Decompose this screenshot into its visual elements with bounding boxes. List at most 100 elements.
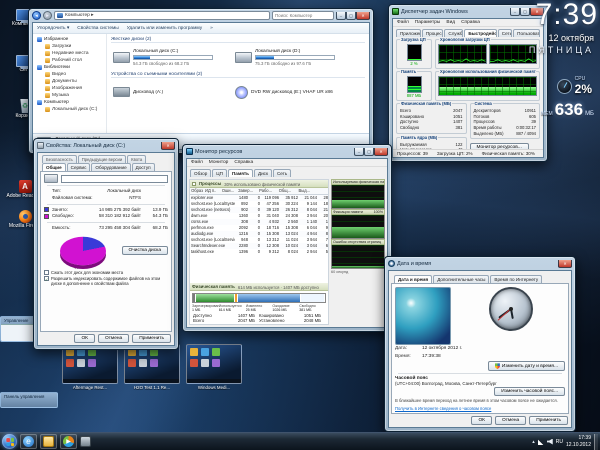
tab[interactable]: Диск [254, 169, 272, 177]
taskbar-slot[interactable] [40, 434, 57, 449]
tab[interactable]: Сеть [497, 29, 513, 37]
minimize-button[interactable] [510, 7, 520, 16]
tab[interactable]: Быстродействие [464, 29, 497, 37]
partial-window-control-panel[interactable]: Панель управления [0, 392, 58, 408]
window-thumbnail[interactable]: Windows Medi... [186, 344, 242, 390]
taskbar-clock[interactable]: 17:39 12.10.2012 [566, 435, 591, 448]
change-timezone-button[interactable]: Изменить часовой пояс... [494, 387, 565, 397]
taskbar-slot[interactable] [20, 434, 37, 449]
tab[interactable]: Обзор [190, 169, 212, 177]
sidebar-item[interactable]: Недавние места [33, 50, 106, 57]
drive-item[interactable]: DVD RW дисковод (E:) VHAF UR x86 [233, 79, 355, 105]
menu-item[interactable]: Монитор [209, 160, 229, 165]
toolbar-button[interactable]: Удалить или изменить программу [127, 26, 202, 31]
tab[interactable]: Квота [127, 155, 147, 163]
explorer-taskbar-icon[interactable] [43, 436, 54, 447]
dialog-button[interactable]: Применить [529, 416, 568, 425]
sidebar-item[interactable]: Документы [33, 78, 106, 85]
task-manager-titlebar[interactable]: Диспетчер задач Windows [389, 5, 547, 18]
tab[interactable]: ЦП [212, 169, 227, 177]
window-thumbnail[interactable]: H2O Test 1.1 Re... [124, 344, 180, 390]
network-tray-icon[interactable] [537, 438, 544, 445]
start-button[interactable] [2, 434, 17, 449]
tab[interactable]: Общие [42, 163, 66, 171]
column-header[interactable]: Общ... [273, 188, 292, 194]
maximize-button[interactable] [364, 147, 374, 156]
date-gadget[interactable]: 12 октября ПЯТНИЦА [529, 33, 594, 55]
toolbar-button[interactable]: » [210, 26, 213, 31]
sidebar-item[interactable]: Музыка [33, 92, 106, 99]
column-header[interactable]: Образ [190, 188, 204, 194]
close-button[interactable] [558, 259, 572, 268]
date-time-titlebar[interactable]: Дата и время [385, 257, 575, 270]
timezone-info-link[interactable]: Получить в Интернете сведения о часовом … [395, 406, 565, 411]
sidebar-item[interactable]: Загрузки [33, 43, 106, 50]
tab[interactable]: Доступ [131, 163, 155, 171]
tab[interactable]: Дополнительные часы [433, 275, 490, 283]
dialog-button[interactable]: ОК [471, 416, 492, 425]
cpu-gadget[interactable]: CPU 2% [556, 76, 592, 96]
change-date-time-button[interactable]: Изменить дату и время... [487, 361, 565, 372]
disk-cleanup-button[interactable]: Очистка диска [121, 245, 168, 255]
language-indicator[interactable]: RU [556, 439, 563, 445]
menu-item[interactable]: Справка [461, 20, 480, 25]
minimize-button[interactable] [354, 147, 364, 156]
tab[interactable]: Процессы [421, 29, 444, 37]
tab[interactable]: Память [227, 169, 253, 177]
column-header[interactable]: Рабо... [254, 188, 273, 194]
volume-label-input[interactable] [61, 174, 168, 183]
physical-memory-section-header[interactable]: Физическая память 614 МБ используется · … [190, 282, 328, 291]
show-hidden-icons-button[interactable] [532, 439, 535, 445]
volume-tray-icon[interactable] [546, 438, 553, 445]
sidebar-item[interactable]: Библиотеки [33, 64, 106, 71]
menu-item[interactable]: Вид [446, 20, 455, 25]
address-bar[interactable]: Компьютер ▸ [54, 11, 270, 20]
sidebar-item[interactable]: Рабочий стол [33, 57, 106, 64]
menu-item[interactable]: Справка [234, 160, 253, 165]
resource-monitor-titlebar[interactable]: Монитор ресурсов [183, 145, 391, 158]
toolbar-button[interactable]: Упорядочить ▾ [37, 26, 69, 31]
drive-item[interactable]: Локальный диск (D:) 75.3 ГБ свободно из … [233, 44, 355, 70]
dialog-button[interactable]: ОК [74, 334, 95, 343]
explorer-titlebar[interactable]: Компьютер ▸ [29, 9, 373, 22]
menu-item[interactable]: Файл [191, 160, 203, 165]
tab[interactable]: Предыдущие версии [77, 155, 127, 163]
dialog-button[interactable]: Отмена [494, 416, 527, 425]
sidebar-item[interactable]: Компьютер [33, 99, 106, 106]
show-desktop-button[interactable] [594, 433, 598, 450]
back-button[interactable] [32, 11, 41, 20]
column-header[interactable]: Оши... [216, 188, 235, 194]
column-header[interactable]: ИД п... [204, 188, 216, 194]
tab[interactable]: Безопасность [42, 155, 77, 163]
clock-gadget[interactable]: 7:39 [536, 0, 598, 30]
tab[interactable]: Сервис [66, 163, 91, 171]
toolbar-button[interactable]: Свойства системы [77, 26, 118, 31]
process-row[interactable]: taskhost.exe13960 9 3128 0242 944 5 080 [190, 249, 328, 255]
memory-gadget[interactable]: MEM 636 МБ [541, 100, 594, 120]
section-checkbox-icon[interactable] [192, 181, 196, 186]
close-button[interactable] [356, 11, 370, 20]
drive-item[interactable]: Локальный диск (C:) 54.3 ГБ свободно из … [111, 44, 233, 70]
tab[interactable]: Службы [444, 29, 464, 37]
menu-item[interactable]: Параметры [415, 20, 441, 25]
app-taskbar-icon[interactable] [80, 436, 91, 447]
tab[interactable]: Дата и время [394, 275, 433, 283]
media-player-taskbar-icon[interactable] [63, 436, 74, 447]
processes-section-header[interactable]: Процессы 30% использовано физической пам… [190, 180, 328, 188]
window-thumbnail[interactable]: Aftermage Rest... [62, 344, 118, 390]
column-header[interactable]: Выд... [292, 188, 311, 194]
properties-titlebar[interactable]: Свойства: Локальный диск (C:) [34, 139, 178, 152]
forward-button[interactable] [43, 11, 52, 20]
taskbar-slot[interactable] [60, 434, 77, 449]
close-button[interactable] [374, 147, 388, 156]
sidebar-item[interactable]: Изображения [33, 85, 106, 92]
minimize-button[interactable] [336, 11, 346, 20]
maximize-button[interactable] [346, 11, 356, 20]
ie-taskbar-icon[interactable] [23, 436, 34, 447]
sidebar-item[interactable]: Локальный диск (C:) [33, 106, 106, 113]
dialog-button[interactable]: Применить [132, 334, 171, 343]
tab[interactable]: Время по Интернету [490, 275, 543, 283]
maximize-button[interactable] [520, 7, 530, 16]
close-button[interactable] [161, 141, 175, 150]
tab[interactable]: Приложения [396, 29, 421, 37]
